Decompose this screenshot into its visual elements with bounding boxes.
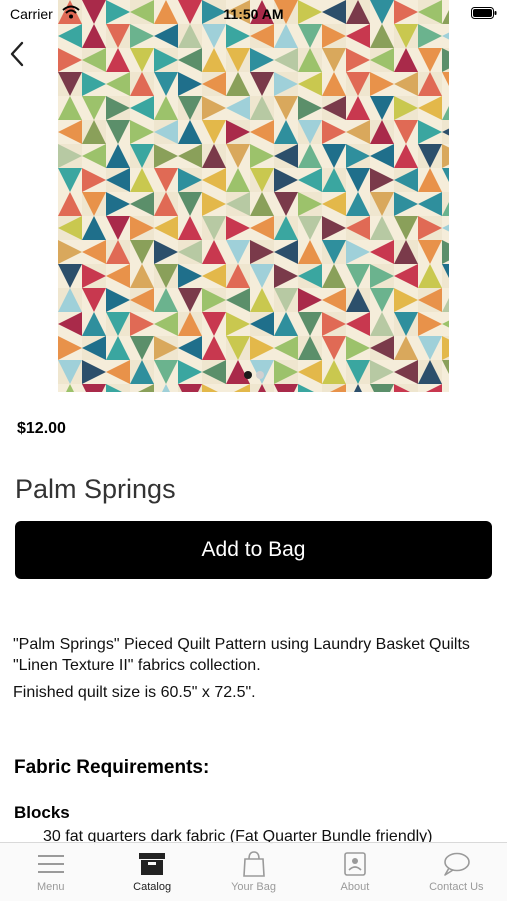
page-dot-active[interactable] [244,371,252,379]
page-dot[interactable] [256,371,264,379]
add-to-bag-button[interactable]: Add to Bag [15,521,492,579]
tab-contact-us[interactable]: Contact Us [406,843,507,901]
carousel-page-indicator[interactable] [244,371,264,379]
tab-your-bag[interactable]: Your Bag [203,843,304,901]
tab-label: Catalog [133,881,172,893]
catalog-box-icon [139,853,166,875]
fabric-requirements-heading: Fabric Requirements: [14,757,210,778]
tab-label: Menu [36,881,65,893]
tab-menu[interactable]: Menu [0,843,101,901]
description-paragraph: Finished quilt size is 60.5" x 72.5". [13,684,256,701]
tab-catalog[interactable]: Catalog [101,843,202,901]
status-time: 11:50 AM [223,6,284,22]
product-price: $12.00 [17,420,66,437]
back-chevron-icon[interactable] [6,40,30,68]
tab-label: Your Bag [231,881,276,893]
battery-icon [471,7,497,19]
tab-about[interactable]: About [304,843,405,901]
menu-icon [37,855,64,873]
tab-label: About [340,881,370,893]
product-description: "Palm Springs" Pieced Quilt Pattern usin… [13,634,493,703]
about-contact-card-icon [344,852,366,876]
description-paragraph: "Palm Springs" Pieced Quilt Pattern usin… [13,636,470,674]
blocks-heading: Blocks [14,803,70,822]
status-bar: Carrier 11:50 AM [0,0,507,28]
speech-bubble-icon [444,852,471,876]
quilt-pattern-image [58,0,449,392]
product-title: Palm Springs [15,474,176,504]
tab-bar: Menu Catalog Your Bag About Contact Us [0,842,507,901]
product-image[interactable] [58,0,449,392]
shopping-bag-icon [242,851,265,877]
tab-label: Contact Us [429,881,484,893]
